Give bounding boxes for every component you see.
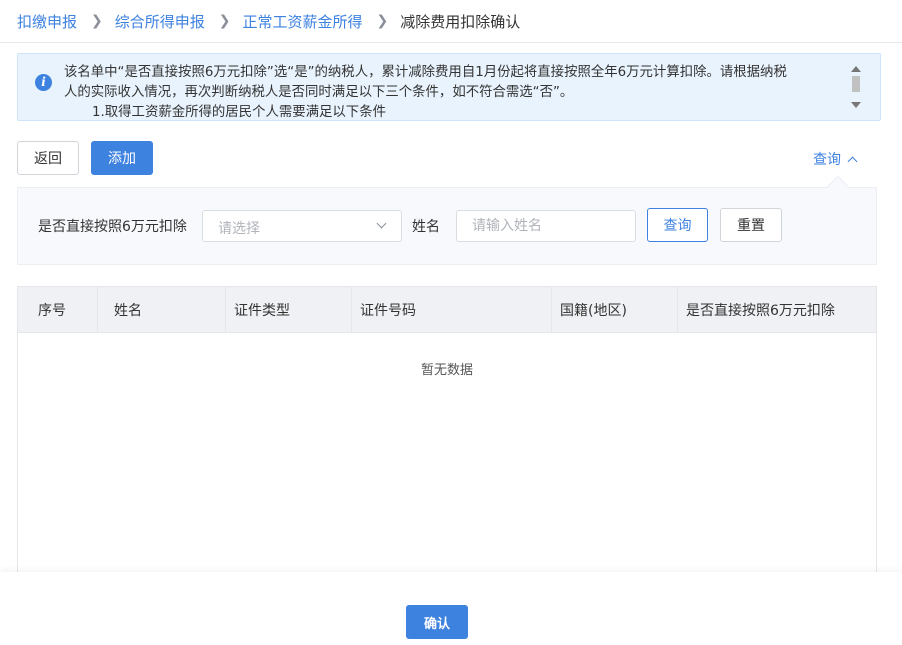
column-header-index: 序号 — [18, 287, 98, 332]
deduct-select-placeholder: 请选择 — [218, 221, 260, 237]
notice-text: 该名单中“是否直接按照6万元扣除”选“是”的纳税人，累计减除费用自1月份起将直接… — [64, 63, 862, 118]
data-table: 序号 姓名 证件类型 证件号码 国籍(地区) 是否直接按照6万元扣除 暂无数据 — [17, 286, 877, 576]
toggle-query-button[interactable]: 查询 — [813, 149, 858, 169]
deduct-select[interactable]: 请选择 — [202, 210, 402, 242]
toggle-query-label: 查询 — [813, 152, 841, 168]
scroll-thumb[interactable] — [852, 76, 860, 92]
info-icon: i — [35, 74, 52, 91]
column-header-id-type: 证件类型 — [226, 287, 352, 332]
column-header-id-number: 证件号码 — [352, 287, 552, 332]
footer-bar: 确认 — [0, 572, 902, 645]
column-header-deduct-60k: 是否直接按照6万元扣除 — [686, 302, 835, 319]
confirm-button[interactable]: 确认 — [406, 605, 468, 639]
table-header: 序号 姓名 证件类型 证件号码 国籍(地区) 是否直接按照6万元扣除 — [18, 287, 876, 333]
table-empty-text: 暂无数据 — [420, 363, 473, 378]
notice-line-1: 该名单中“是否直接按照6万元扣除”选“是”的纳税人，累计减除费用自1月份起将直接… — [64, 65, 787, 80]
chevron-right-icon: ❯ — [218, 13, 231, 29]
notice-line-3: 1.取得工资薪金所得的居民个人需要满足以下条件 — [92, 105, 386, 118]
notice-line-2: 人的实际收入情况，再次判断纳税人是否同时满足以下三个条件，如不符合需选“否”。 — [64, 85, 574, 100]
add-button[interactable]: 添加 — [91, 141, 153, 175]
column-header-name: 姓名 — [98, 287, 226, 332]
chevron-up-icon — [847, 156, 858, 166]
breadcrumb: 扣缴申报 ❯ 综合所得申报 ❯ 正常工资薪金所得 ❯ 减除费用扣除确认 — [0, 0, 902, 43]
notice-banner: i 该名单中“是否直接按照6万元扣除”选“是”的纳税人，累计减除费用自1月份起将… — [17, 53, 881, 121]
chevron-right-icon: ❯ — [376, 13, 389, 29]
chevron-down-icon — [376, 218, 387, 229]
chevron-right-icon: ❯ — [91, 13, 103, 29]
breadcrumb-link-comprehensive-income[interactable]: 综合所得申报 — [115, 11, 205, 32]
breadcrumb-link-withholding[interactable]: 扣缴申报 — [17, 11, 77, 32]
breadcrumb-current: 减除费用扣除确认 — [400, 12, 521, 31]
notice-scrollbar[interactable] — [850, 64, 862, 110]
name-input[interactable] — [456, 210, 636, 242]
deduct-filter-label: 是否直接按照6万元扣除 — [38, 219, 187, 235]
scroll-down-arrow-icon[interactable] — [851, 102, 861, 108]
back-button[interactable]: 返回 — [17, 141, 79, 175]
name-filter-label: 姓名 — [412, 219, 440, 235]
search-button[interactable]: 查询 — [647, 208, 708, 242]
scroll-up-arrow-icon[interactable] — [851, 66, 861, 72]
breadcrumb-link-salary-income[interactable]: 正常工资薪金所得 — [243, 11, 363, 32]
column-header-nationality: 国籍(地区) — [552, 287, 678, 332]
reset-button[interactable]: 重置 — [720, 208, 782, 242]
